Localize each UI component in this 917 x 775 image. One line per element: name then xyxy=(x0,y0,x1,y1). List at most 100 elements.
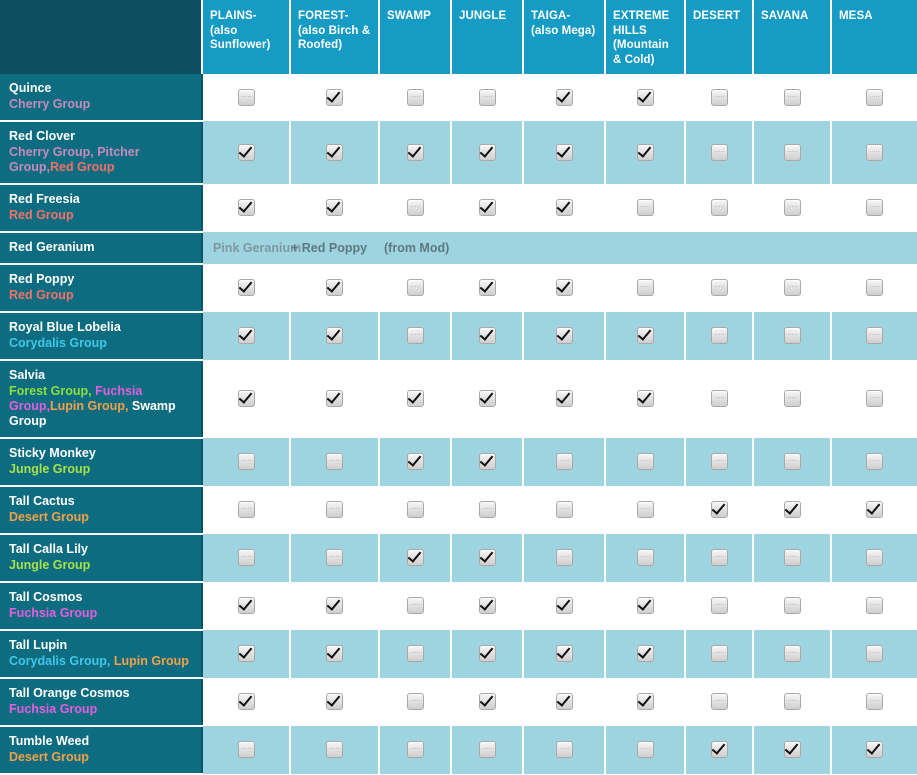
row-label-cell[interactable]: Tall Cactus Desert Group xyxy=(0,486,203,535)
biome-cell[interactable] xyxy=(523,582,606,630)
biome-cell[interactable] xyxy=(685,438,754,486)
checked-checkbox-icon[interactable] xyxy=(237,390,255,408)
checked-checkbox-icon[interactable] xyxy=(555,597,573,615)
biome-cell[interactable] xyxy=(202,438,291,486)
checked-checkbox-icon[interactable] xyxy=(237,645,255,663)
unchecked-checkbox-icon[interactable] xyxy=(237,88,255,106)
row-label-cell[interactable]: Red Clover Cherry Group, Pitcher Group,Re… xyxy=(0,121,203,185)
unchecked-checkbox-icon[interactable] xyxy=(783,645,801,663)
biome-cell[interactable] xyxy=(379,486,452,534)
checked-checkbox-icon[interactable] xyxy=(478,390,496,408)
biome-cell[interactable] xyxy=(523,184,606,232)
biome-cell[interactable] xyxy=(685,360,754,438)
biome-cell[interactable] xyxy=(202,264,291,312)
biome-cell[interactable] xyxy=(290,486,380,534)
biome-cell[interactable] xyxy=(451,534,524,582)
unchecked-checkbox-icon[interactable] xyxy=(555,741,573,759)
row-label-cell[interactable]: Tall Lupin Corydalis Group, Lupin Group xyxy=(0,630,203,679)
biome-cell[interactable] xyxy=(451,486,524,534)
unchecked-checkbox-icon[interactable] xyxy=(710,279,728,297)
biome-cell[interactable] xyxy=(451,184,524,232)
biome-cell[interactable] xyxy=(605,678,686,726)
biome-cell[interactable] xyxy=(379,726,452,774)
biome-cell[interactable] xyxy=(290,312,380,360)
biome-cell[interactable] xyxy=(605,264,686,312)
column-header-forest[interactable]: FOREST- (also Birch & Roofed) xyxy=(290,0,380,74)
checked-checkbox-icon[interactable] xyxy=(326,279,343,297)
biome-cell[interactable] xyxy=(605,534,686,582)
checked-checkbox-icon[interactable] xyxy=(237,143,255,161)
checked-checkbox-icon[interactable] xyxy=(478,327,496,345)
checked-checkbox-icon[interactable] xyxy=(478,693,496,711)
biome-cell[interactable] xyxy=(753,438,832,486)
checked-checkbox-icon[interactable] xyxy=(636,390,654,408)
biome-cell[interactable] xyxy=(831,121,917,184)
biome-cell[interactable] xyxy=(685,630,754,678)
checked-checkbox-icon[interactable] xyxy=(555,693,573,711)
unchecked-checkbox-icon[interactable] xyxy=(710,597,728,615)
unchecked-checkbox-icon[interactable] xyxy=(710,453,728,471)
checked-checkbox-icon[interactable] xyxy=(478,453,496,471)
unchecked-checkbox-icon[interactable] xyxy=(866,199,883,217)
biome-cell[interactable] xyxy=(379,630,452,678)
biome-cell[interactable] xyxy=(685,312,754,360)
row-label-cell[interactable]: Red Geranium xyxy=(0,232,203,265)
biome-cell[interactable] xyxy=(523,360,606,438)
biome-cell[interactable] xyxy=(379,264,452,312)
biome-cell[interactable] xyxy=(523,486,606,534)
biome-cell[interactable] xyxy=(290,360,380,438)
unchecked-checkbox-icon[interactable] xyxy=(237,549,255,567)
biome-cell[interactable] xyxy=(831,534,917,582)
checked-checkbox-icon[interactable] xyxy=(710,501,728,519)
biome-cell[interactable] xyxy=(831,264,917,312)
unchecked-checkbox-icon[interactable] xyxy=(406,501,424,519)
biome-cell[interactable] xyxy=(290,726,380,774)
biome-cell[interactable] xyxy=(831,582,917,630)
biome-cell[interactable] xyxy=(831,184,917,232)
unchecked-checkbox-icon[interactable] xyxy=(478,88,496,106)
checked-checkbox-icon[interactable] xyxy=(866,741,883,759)
checked-checkbox-icon[interactable] xyxy=(326,645,343,663)
unchecked-checkbox-icon[interactable] xyxy=(406,693,424,711)
biome-cell[interactable] xyxy=(753,726,832,774)
unchecked-checkbox-icon[interactable] xyxy=(636,199,654,217)
unchecked-checkbox-icon[interactable] xyxy=(636,741,654,759)
row-label-cell[interactable]: Red Poppy Red Group xyxy=(0,264,203,313)
checked-checkbox-icon[interactable] xyxy=(555,88,573,106)
row-label-cell[interactable]: Tall Cosmos Fuchsia Group xyxy=(0,582,203,631)
biome-cell[interactable] xyxy=(202,678,291,726)
checked-checkbox-icon[interactable] xyxy=(555,390,573,408)
checked-checkbox-icon[interactable] xyxy=(636,597,654,615)
biome-cell[interactable] xyxy=(451,678,524,726)
column-header-jungle[interactable]: JUNGLE xyxy=(451,0,524,74)
biome-cell[interactable] xyxy=(831,74,917,121)
checked-checkbox-icon[interactable] xyxy=(478,279,496,297)
checked-checkbox-icon[interactable] xyxy=(406,453,424,471)
biome-cell[interactable] xyxy=(831,312,917,360)
unchecked-checkbox-icon[interactable] xyxy=(783,453,801,471)
biome-cell[interactable] xyxy=(202,726,291,774)
unchecked-checkbox-icon[interactable] xyxy=(783,279,801,297)
unchecked-checkbox-icon[interactable] xyxy=(237,501,255,519)
unchecked-checkbox-icon[interactable] xyxy=(237,453,255,471)
unchecked-checkbox-icon[interactable] xyxy=(783,88,801,106)
biome-cell[interactable] xyxy=(290,678,380,726)
checked-checkbox-icon[interactable] xyxy=(237,199,255,217)
column-header-savana[interactable]: SAVANA xyxy=(753,0,832,74)
row-label-cell[interactable]: Salvia Forest Group, Fuchsia Group,Lupin … xyxy=(0,360,203,439)
biome-cell[interactable] xyxy=(685,726,754,774)
biome-cell[interactable] xyxy=(523,121,606,184)
biome-cell[interactable] xyxy=(451,726,524,774)
checked-checkbox-icon[interactable] xyxy=(555,645,573,663)
unchecked-checkbox-icon[interactable] xyxy=(783,549,801,567)
column-header-swamp[interactable]: SWAMP xyxy=(379,0,452,74)
unchecked-checkbox-icon[interactable] xyxy=(555,501,573,519)
biome-cell[interactable] xyxy=(605,74,686,121)
unchecked-checkbox-icon[interactable] xyxy=(636,549,654,567)
checked-checkbox-icon[interactable] xyxy=(237,327,255,345)
biome-cell[interactable] xyxy=(605,121,686,184)
column-header-desert[interactable]: DESERT xyxy=(685,0,754,74)
unchecked-checkbox-icon[interactable] xyxy=(406,199,424,217)
unchecked-checkbox-icon[interactable] xyxy=(783,597,801,615)
biome-cell[interactable] xyxy=(831,438,917,486)
